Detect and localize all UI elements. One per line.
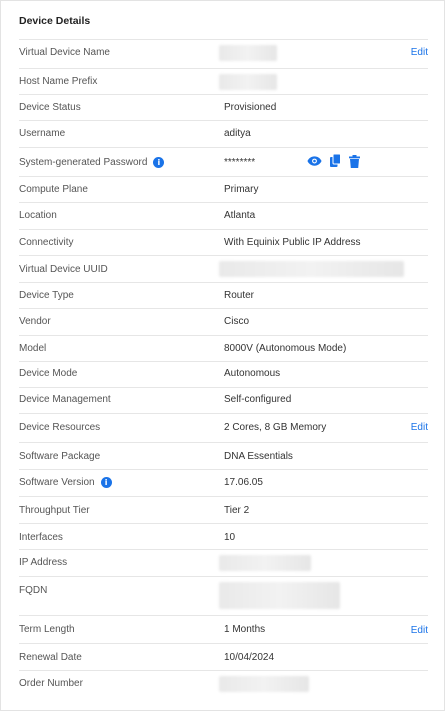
value-device-management: Self-configured: [224, 394, 292, 405]
label-virtual-device-uuid: Virtual Device UUID: [19, 264, 108, 275]
value-password: ********: [224, 157, 256, 168]
row-vendor: Vendor Cisco: [19, 308, 428, 335]
value-throughput-tier: Tier 2: [224, 505, 250, 516]
label-text: Software Version: [19, 477, 95, 489]
row-order-number: Order Number: [19, 670, 428, 700]
info-icon[interactable]: i: [153, 157, 165, 168]
row-location: Location Atlanta: [19, 202, 428, 229]
label-device-mode: Device Mode: [19, 368, 78, 379]
edit-virtual-device-name-link[interactable]: Edit: [411, 47, 428, 58]
label-vendor: Vendor: [19, 316, 51, 327]
row-interfaces: Interfaces 10: [19, 523, 428, 549]
row-fqdn: FQDN: [19, 576, 428, 615]
label-renewal-date: Renewal Date: [19, 652, 82, 663]
row-device-resources: Device Resources 2 Cores, 8 GB Memory Ed…: [19, 413, 428, 442]
value-device-status: Provisioned: [224, 102, 277, 113]
value-software-package: DNA Essentials: [224, 451, 293, 462]
row-compute-plane: Compute Plane Primary: [19, 176, 428, 202]
row-throughput-tier: Throughput Tier Tier 2: [19, 496, 428, 523]
label-device-management: Device Management: [19, 394, 111, 405]
value-vendor: Cisco: [224, 316, 250, 327]
value-device-resources: 2 Cores, 8 GB Memory: [224, 422, 327, 433]
label-software-package: Software Package: [19, 451, 101, 462]
label-device-resources: Device Resources: [19, 422, 101, 433]
label-throughput-tier: Throughput Tier: [19, 505, 90, 516]
row-system-generated-password: System-generated Password i ********: [19, 147, 428, 176]
value-device-mode: Autonomous: [224, 368, 281, 379]
redacted-ip-address: [219, 555, 311, 571]
device-details-panel: Device Details Virtual Device Name Edit …: [0, 0, 445, 711]
label-device-type: Device Type: [19, 290, 74, 301]
row-ip-address: IP Address: [19, 549, 428, 576]
label-interfaces: Interfaces: [19, 532, 63, 543]
row-connectivity: Connectivity With Equinix Public IP Addr…: [19, 229, 428, 255]
label-ip-address: IP Address: [19, 557, 68, 568]
label-username: Username: [19, 128, 66, 139]
value-connectivity: With Equinix Public IP Address: [224, 237, 361, 248]
label-location: Location: [19, 210, 57, 221]
label-device-status: Device Status: [19, 102, 81, 113]
redacted-virtual-device-uuid: [219, 261, 404, 277]
redacted-fqdn: [219, 582, 340, 609]
password-actions: [307, 154, 360, 168]
label-order-number: Order Number: [19, 678, 83, 689]
row-virtual-device-name: Virtual Device Name Edit: [19, 39, 428, 68]
copy-icon[interactable]: [330, 154, 341, 168]
redacted-virtual-device-name: [219, 45, 277, 61]
row-device-mode: Device Mode Autonomous: [19, 361, 428, 387]
label-virtual-device-name: Virtual Device Name: [19, 47, 110, 58]
eye-icon[interactable]: [307, 155, 322, 167]
label-system-generated-password: System-generated Password i: [19, 157, 165, 169]
row-username: Username aditya: [19, 120, 428, 147]
label-model: Model: [19, 343, 47, 354]
row-device-management: Device Management Self-configured: [19, 387, 428, 413]
row-virtual-device-uuid: Virtual Device UUID: [19, 255, 428, 282]
value-renewal-date: 10/04/2024: [224, 652, 275, 663]
value-location: Atlanta: [224, 210, 256, 221]
value-compute-plane: Primary: [224, 184, 259, 195]
label-term-length: Term Length: [19, 624, 75, 635]
value-software-version: 17.06.05: [224, 477, 263, 488]
value-username: aditya: [224, 128, 251, 139]
label-connectivity: Connectivity: [19, 237, 74, 248]
panel-title: Device Details: [19, 15, 91, 27]
row-software-package: Software Package DNA Essentials: [19, 442, 428, 469]
label-compute-plane: Compute Plane: [19, 184, 88, 195]
redacted-host-name-prefix: [219, 74, 277, 90]
edit-term-length-link[interactable]: Edit: [411, 625, 428, 636]
row-model: Model 8000V (Autonomous Mode): [19, 335, 428, 361]
redacted-order-number: [219, 676, 309, 692]
trash-icon[interactable]: [349, 154, 360, 168]
label-text: System-generated Password: [19, 157, 148, 169]
row-host-name-prefix: Host Name Prefix: [19, 68, 428, 94]
value-model: 8000V (Autonomous Mode): [224, 343, 347, 354]
label-software-version: Software Version i: [19, 477, 112, 488]
row-device-status: Device Status Provisioned: [19, 94, 428, 120]
label-host-name-prefix: Host Name Prefix: [19, 76, 98, 87]
info-icon[interactable]: i: [100, 477, 112, 488]
value-interfaces: 10: [224, 532, 236, 543]
value-device-type: Router: [224, 290, 255, 301]
value-term-length: 1 Months: [224, 624, 266, 635]
row-term-length: Term Length 1 Months Edit: [19, 615, 428, 643]
row-device-type: Device Type Router: [19, 282, 428, 308]
label-fqdn: FQDN: [19, 585, 48, 596]
row-software-version: Software Version i 17.06.05: [19, 469, 428, 496]
row-renewal-date: Renewal Date 10/04/2024: [19, 643, 428, 670]
edit-device-resources-link[interactable]: Edit: [411, 422, 428, 433]
